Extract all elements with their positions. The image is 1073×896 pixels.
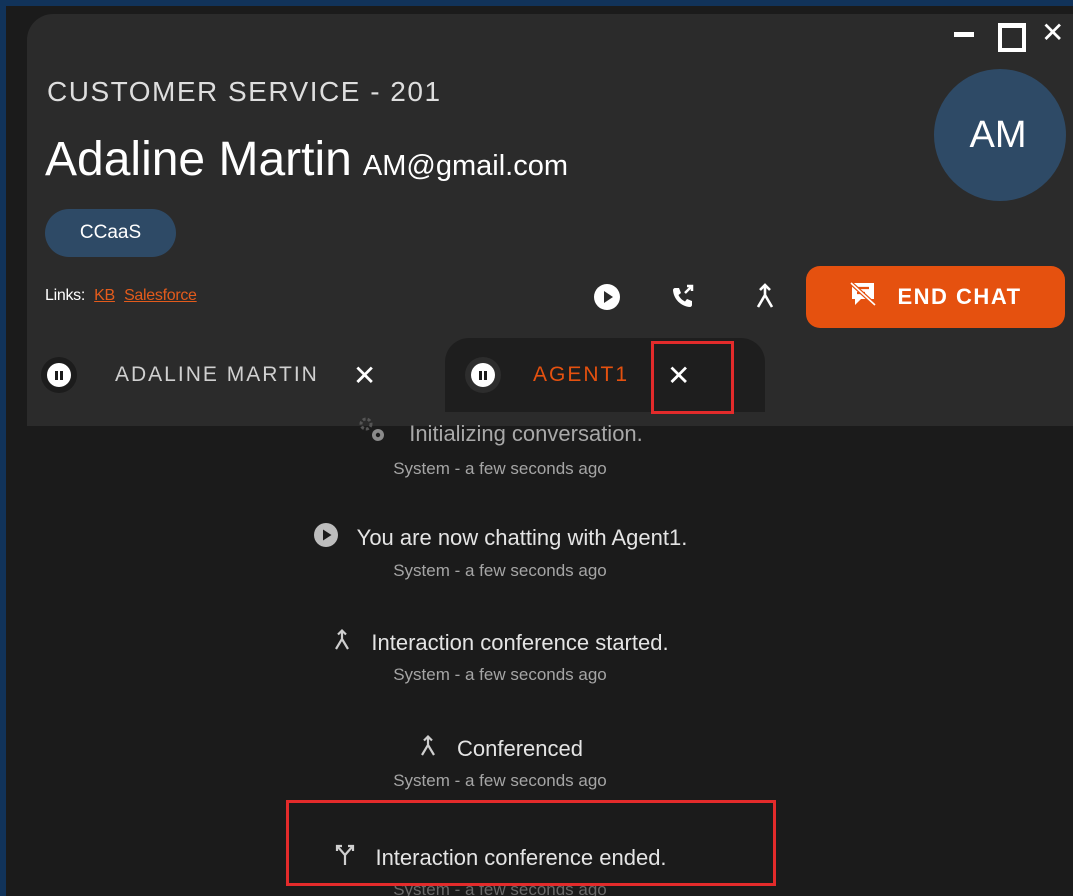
pause-icon[interactable] [41,357,77,393]
play-icon[interactable] [590,280,624,314]
end-chat-icon [849,281,877,313]
message-meta: System - a few seconds ago [393,771,607,790]
customer-email: AM@gmail.com [362,150,569,182]
link-salesforce[interactable]: Salesforce [124,287,197,304]
pause-icon[interactable] [465,357,501,393]
chat-message: Interaction conference started. System -… [0,628,1000,685]
end-chat-button[interactable]: END CHAT [806,266,1065,328]
message-text: You are now chatting with Agent1. [356,525,688,550]
tab-label: AGENT1 [533,363,630,386]
tab-close-icon[interactable]: ✕ [353,359,376,392]
merge-icon [417,734,439,764]
merge-icon [331,628,353,658]
links-row: Links: KB Salesforce [45,287,197,305]
chat-message: Conferenced System - a few seconds ago [0,734,1000,791]
chat-message: Initializing conversation. System - a fe… [0,416,1000,479]
minimize-icon[interactable] [953,22,975,44]
tab-label: ADALINE MARTIN [115,363,319,386]
message-text: Conferenced [457,736,583,761]
transfer-call-icon[interactable] [666,280,700,314]
message-meta: System - a few seconds ago [393,459,607,478]
avatar: AM [934,69,1066,201]
highlight-conference-ended [286,800,776,886]
customer-name: Adaline Martin [45,133,352,186]
close-window-icon[interactable]: ✕ [1041,19,1064,47]
gears-icon [357,416,391,452]
message-meta: System - a few seconds ago [393,665,607,684]
message-text: Initializing conversation. [409,421,643,446]
message-meta: System - a few seconds ago [393,561,607,580]
tab-adaline-martin[interactable]: ADALINE MARTIN ✕ [27,338,445,412]
play-icon [313,522,339,554]
conference-merge-icon[interactable] [748,280,782,314]
customer-line: Adaline Martin AM@gmail.com [45,132,568,187]
maximize-icon[interactable] [997,22,1026,52]
end-chat-label: END CHAT [897,284,1022,309]
window-controls: ✕ [953,19,1064,52]
message-text: Interaction conference started. [371,630,669,655]
link-kb[interactable]: KB [94,287,115,304]
tag-badge: CCaaS [45,209,176,257]
chat-message: You are now chatting with Agent1. System… [0,522,1000,581]
interaction-tabs: ADALINE MARTIN ✕ AGENT1 ✕ [27,338,1073,412]
highlight-tab-close [651,341,734,414]
links-label: Links: [45,287,85,304]
queue-title: CUSTOMER SERVICE - 201 [47,76,442,107]
